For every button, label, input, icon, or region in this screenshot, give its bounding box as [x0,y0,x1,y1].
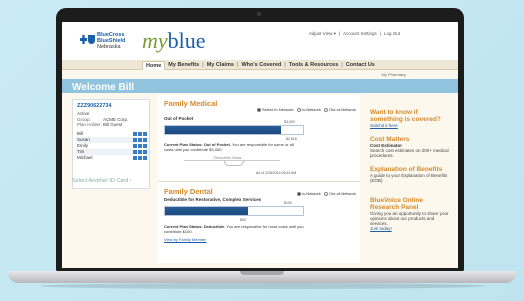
id-card-panel: ZZZ90622734 Active Group: ACME Corp. Plan… [72,99,150,189]
dental-progress-fill [165,207,248,215]
radio-icon [256,107,261,112]
nav-home[interactable]: Home [142,61,166,70]
bcbs-logo-icon [80,35,95,44]
app-logo[interactable]: myblue [142,30,206,52]
header: BlueCross BlueShield Nebraska myblue Adj… [62,22,458,60]
dental-deductible-label: Deductible for Restorative, Complex Serv… [164,197,262,202]
separator: | [379,31,381,36]
logout-link[interactable]: Log Out [384,31,400,37]
separator: | [338,31,341,36]
medical-status: Current Plan Status: Out of Pocket. You … [164,142,304,152]
member-actions-icon [133,150,147,154]
cost-matters-block: Cost Matters Cost Estimator Search cost … [370,136,450,158]
chevron-down-icon[interactable] [224,161,244,166]
medical-max: $3,000 [284,120,295,124]
bluevoice-desc: Giving you an opportunity to share your … [370,211,449,226]
dental-value: $60 [240,218,246,222]
member-actions-icon [133,144,147,148]
bluevoice-heading: BlueVoice Online Research Panel [370,197,423,211]
screen: BlueCross BlueShield Nebraska myblue Adj… [62,22,458,268]
explanation-block: Explanation of Benefits A guide to your … [370,166,450,183]
nav-my-claims[interactable]: My Claims [204,61,237,70]
member-name: Tim [77,149,85,154]
benefits-panel: Family Medical Select In-Network In-Netw… [158,95,360,263]
member-name: Susan [77,137,90,142]
member-actions-icon [133,156,147,160]
cross-icon [80,35,87,44]
radio-in-network[interactable]: In-Network [296,107,321,112]
id-number: ZZZ90622734 [77,103,112,109]
laptop-notch [240,271,284,275]
nav-contact-us[interactable]: Contact Us [343,61,378,70]
radio-label: In-Network [301,107,321,112]
divider [158,181,360,182]
member-actions-icon [133,138,147,142]
radio-label: Select In-Network [261,107,294,112]
holder-value: Bill Guest [103,122,123,127]
member-row[interactable]: Michael [75,155,149,161]
top-links: Adjust View ▾ | Account Settings | Log O… [309,31,400,37]
family-dental-title: Family Dental [164,187,213,196]
nav-whos-covered[interactable]: Who's Covered [238,61,284,70]
radio-icon [323,191,328,196]
laptop-lid: BlueCross BlueShield Nebraska myblue Adj… [56,8,464,273]
medical-progress-fill [165,126,281,134]
id-holder-row: Plan Holder:Bill Guest [77,122,122,127]
radio-select-in-network[interactable]: Select In-Network [256,107,294,112]
want-to-know-block: Want to know if something is covered? Su… [370,109,450,128]
dental-max: $100 [284,201,292,205]
brand-line3: Nebraska [97,44,121,50]
dental-status: Current Plan Status: Deductible. You are… [164,224,304,234]
member-name: Bill [77,131,84,136]
medical-network-radios: Select In-Network In-Network Out-of-Netw… [256,107,356,112]
subnav-my-pharmacy[interactable]: My Pharmacy [382,72,406,77]
account-settings-link[interactable]: Account Settings [343,31,377,37]
radio-out-of-network[interactable]: Out-of-Network [323,191,356,196]
adjust-view-link[interactable]: Adjust View ▾ [309,31,336,37]
dental-progress-bar [164,206,304,216]
select-another-label: Select Another ID Card [72,178,129,184]
member-name: Emily [77,143,88,148]
cost-matters-heading: Cost Matters [370,136,410,143]
radio-in-network[interactable]: In-Network [296,191,321,196]
select-another-id-card-button[interactable]: Select Another ID Card › [72,178,132,184]
app-logo-blue: blue [167,28,206,53]
bluevoice-block: BlueVoice Online Research Panel Giving y… [370,197,450,231]
member-name: Michael [77,155,93,160]
camera-icon [257,12,261,16]
radio-label: Out-of-Network [328,191,356,196]
view-by-family-member-link[interactable]: View by Family Member [164,237,207,242]
submit-it-here-link[interactable]: Submit it here [370,123,450,128]
holder-label: Plan Holder: [77,122,102,127]
app-logo-my: my [142,28,168,53]
radio-out-of-network[interactable]: Out-of-Network [323,107,356,112]
as-of-timestamp: As of 2/28/2014 05:44 AM [256,171,297,175]
medical-progress-bar [164,125,304,135]
radio-icon [323,107,328,112]
shield-icon [88,35,95,44]
laptop-base [8,271,516,283]
explanation-heading: Explanation of Benefits [370,166,443,173]
main-nav: Home My Benefits | My Claims | Who's Cov… [62,60,458,70]
cost-estimator-desc: Search cost estimates on 200+ medical pr… [370,148,449,158]
medical-value: $2,518 [286,137,297,141]
member-actions-icon [133,132,147,136]
out-of-pocket-label: Out of Pocket [164,116,194,121]
radio-label: Out-of-Network [328,107,356,112]
join-today-link[interactable]: Join today! [370,226,450,231]
radio-label: In-Network [301,191,321,196]
radio-icon [296,107,301,112]
dental-network-radios: In-Network Out-of-Network [296,191,356,196]
family-medical-title: Family Medical [164,99,218,108]
want-to-know-heading: Want to know if something is covered? [370,109,441,123]
radio-icon [296,191,301,196]
nav-tools-resources[interactable]: Tools & Resources [286,61,341,70]
laptop-shadow [40,283,484,289]
nav-my-benefits[interactable]: My Benefits [165,61,202,70]
chevron-right-icon: › [129,178,132,184]
welcome-heading: Welcome Bill [72,82,135,93]
id-status: Active [77,111,90,116]
explanation-desc[interactable]: A guide to your Explanation of Benefits … [370,173,450,183]
brand-name: BlueCross BlueShield Nebraska [97,32,125,50]
